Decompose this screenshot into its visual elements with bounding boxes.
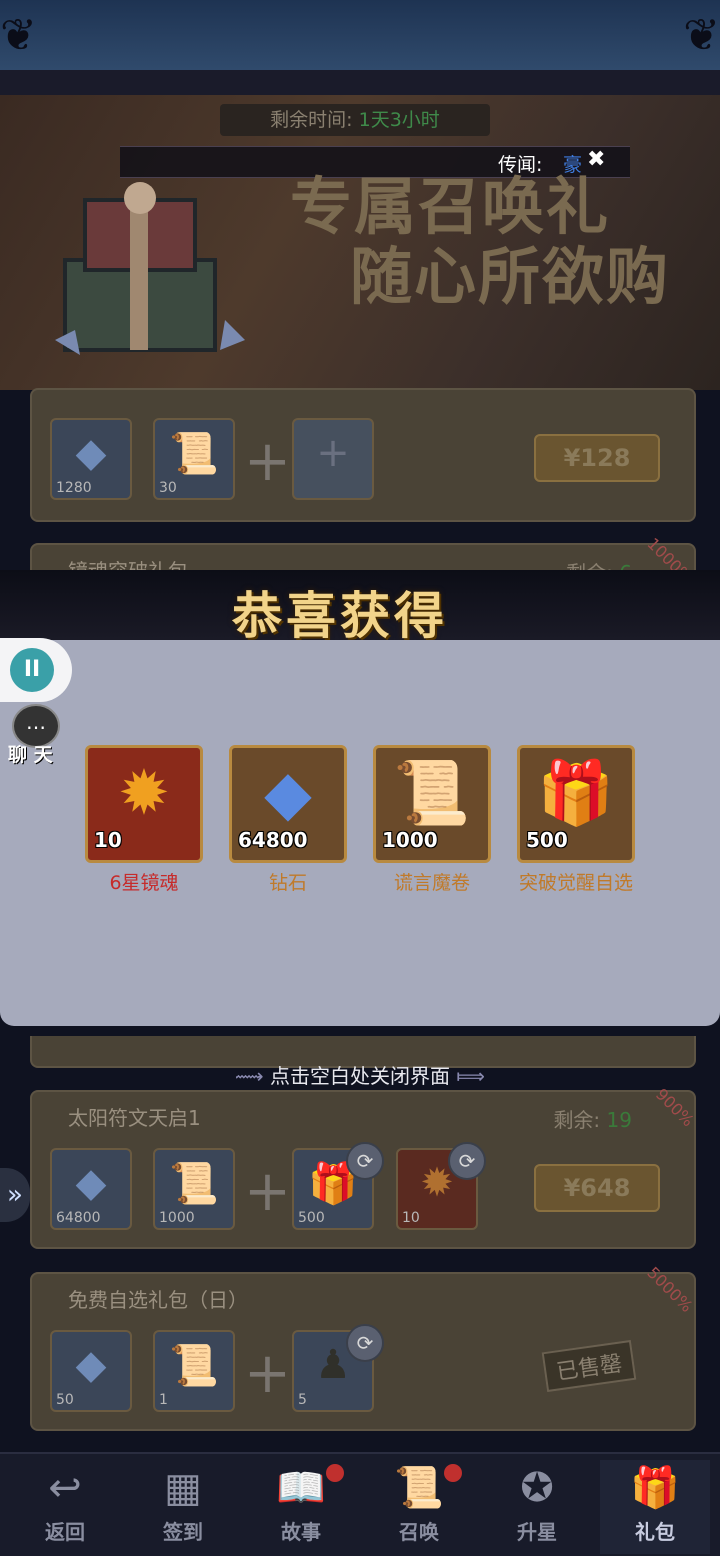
- diamond-slot[interactable]: ◆ 1280: [50, 418, 132, 500]
- scroll-slot[interactable]: 📜 30: [153, 418, 235, 500]
- item-count: 1000: [159, 1210, 195, 1226]
- item-count: 1: [159, 1392, 168, 1408]
- item-count: 5: [298, 1392, 307, 1408]
- plus-icon: +: [244, 1159, 291, 1224]
- item-count: 10: [94, 828, 122, 852]
- back-icon: ↩: [48, 1465, 82, 1511]
- nav-star-up[interactable]: ✪ 升星: [482, 1460, 592, 1554]
- reward-title: 恭喜获得: [232, 586, 448, 645]
- item-count: 50: [56, 1392, 74, 1408]
- item-name: 钻石: [268, 872, 307, 894]
- add-item-slot[interactable]: +: [292, 418, 374, 500]
- scroll-slot[interactable]: 📜 1: [153, 1330, 235, 1412]
- nav-label: 故事: [281, 1520, 321, 1544]
- close-icon[interactable]: ✖: [587, 149, 609, 171]
- timer-value: 1天3小时: [358, 109, 440, 131]
- diamond-icon: ◆: [264, 756, 312, 829]
- notification-dot: [444, 1464, 462, 1482]
- branch-decoration-icon: ❦: [0, 10, 37, 61]
- nav-back[interactable]: ↩ 返回: [10, 1460, 120, 1554]
- remain-value: 19: [606, 1108, 632, 1132]
- item-count: 1000: [382, 828, 438, 852]
- plus-icon: +: [316, 430, 350, 476]
- pause-button[interactable]: II: [0, 638, 72, 702]
- top-sky-banner: ❦ ❦: [0, 0, 720, 75]
- pause-icon: II: [10, 648, 54, 692]
- expand-arrow-icon[interactable]: »: [0, 1168, 30, 1222]
- reward-item[interactable]: 📜 1000: [373, 745, 491, 863]
- pack-title: 太阳符文天启1: [68, 1106, 201, 1130]
- banner-title: 专属召唤礼 随心所欲购: [290, 172, 670, 312]
- gift-boxes-icon: [55, 182, 245, 355]
- item-count: 500: [526, 828, 568, 852]
- gift-icon: 🎁: [630, 1465, 680, 1511]
- item-name: 6星镜魂: [109, 872, 179, 894]
- close-hint-text: 点击空白处关闭界面: [270, 1064, 450, 1088]
- chat-label: 聊 天: [8, 744, 53, 766]
- cat-decoration-icon: ❦: [683, 10, 720, 61]
- pack-remaining: 剩余: 19: [553, 1104, 632, 1133]
- star-shield-icon: ✪: [520, 1465, 554, 1511]
- reward-item[interactable]: 🎁 500: [517, 745, 635, 863]
- item-name: 谎言魔卷: [393, 872, 470, 894]
- gift-box-icon: 🎁: [537, 756, 615, 829]
- bonus-percent: 5000%: [643, 1263, 697, 1316]
- reward-item[interactable]: ◆ 64800: [229, 745, 347, 863]
- pack-card: ◆ 1280 📜 30 + + ¥128: [30, 388, 696, 522]
- nav-label: 礼包: [635, 1520, 675, 1544]
- ornament-left-icon: ⟿: [234, 1064, 270, 1088]
- nav-checkin[interactable]: ▦ 签到: [128, 1460, 238, 1554]
- scroll-icon: 📜: [393, 756, 471, 829]
- ornament-right-icon: ⟾: [456, 1064, 486, 1088]
- item-count: 10: [402, 1210, 420, 1226]
- bonus-percent: 900%: [652, 1084, 699, 1131]
- pack-title: 免费自选礼包（日）: [68, 1288, 248, 1312]
- item-count: 64800: [56, 1210, 101, 1226]
- remain-label: 剩余:: [553, 1108, 601, 1132]
- scroll-icon: 📜: [169, 1343, 219, 1389]
- banner-title-line1: 专属召唤礼: [290, 170, 611, 243]
- item-count: 500: [298, 1210, 325, 1226]
- nav-gift[interactable]: 🎁 礼包: [600, 1460, 710, 1554]
- pack-card: 太阳符文天启1 剩余: 19 900% ◆ 64800 📜 1000 + 🎁 5…: [30, 1085, 698, 1249]
- buy-button[interactable]: ¥648: [534, 1164, 660, 1212]
- plus-icon: +: [244, 1341, 291, 1406]
- mirror-soul-icon: ✹: [118, 756, 170, 829]
- refresh-icon[interactable]: ⟳: [346, 1324, 384, 1362]
- remaining-time: 剩余时间: 1天3小时: [220, 104, 490, 136]
- close-hint[interactable]: ⟿ 点击空白处关闭界面 ⟾: [0, 1060, 720, 1089]
- chat-button[interactable]: … 聊 天: [2, 698, 66, 766]
- buy-button[interactable]: ¥128: [534, 434, 660, 482]
- scroll-icon: 📜: [169, 431, 219, 477]
- reward-item[interactable]: ✹ 10: [85, 745, 203, 863]
- item-count: 64800: [238, 828, 308, 852]
- item-count: 1280: [56, 480, 92, 496]
- sold-out-stamp: 已售罄: [541, 1339, 637, 1393]
- timer-label: 剩余时间:: [270, 109, 353, 131]
- nav-label: 升星: [517, 1520, 557, 1544]
- nav-label: 召唤: [399, 1520, 439, 1544]
- calendar-icon: ▦: [164, 1465, 202, 1511]
- diamond-slot[interactable]: ◆ 64800: [50, 1148, 132, 1230]
- diamond-icon: ◆: [75, 1342, 107, 1388]
- refresh-icon[interactable]: ⟳: [448, 1142, 486, 1180]
- item-count: 30: [159, 480, 177, 496]
- pack-card: 免费自选礼包（日） 5000% ◆ 50 📜 1 + ♟ 5 ⟳ 已售罄: [30, 1263, 697, 1431]
- diamond-icon: ◆: [75, 1160, 107, 1206]
- banner-title-line2: 随心所欲购: [350, 240, 671, 313]
- nav-label: 签到: [163, 1520, 203, 1544]
- diamond-icon: ◆: [75, 430, 107, 476]
- item-name: 突破觉醒自选: [518, 872, 633, 894]
- notification-dot: [326, 1464, 344, 1482]
- nav-label: 返回: [45, 1520, 85, 1544]
- refresh-icon[interactable]: ⟳: [346, 1142, 384, 1180]
- scroll-icon: 📜: [169, 1161, 219, 1207]
- plus-icon: +: [244, 429, 291, 494]
- diamond-slot[interactable]: ◆ 50: [50, 1330, 132, 1412]
- scroll-slot[interactable]: 📜 1000: [153, 1148, 235, 1230]
